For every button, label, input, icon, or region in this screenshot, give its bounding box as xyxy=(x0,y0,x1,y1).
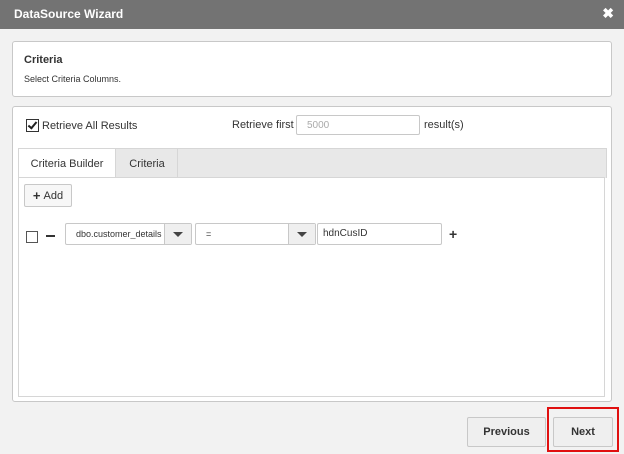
plus-icon: + xyxy=(32,188,41,203)
retrieve-first-label: Retrieve first xyxy=(232,119,294,131)
step-header: Criteria Select Criteria Columns. xyxy=(12,41,612,97)
retrieve-all-checkbox[interactable] xyxy=(26,119,39,132)
retrieve-all-label: Retrieve All Results xyxy=(42,119,138,132)
tab-criteria[interactable]: Criteria xyxy=(117,149,178,178)
step-title: Criteria xyxy=(24,54,63,66)
step-subtitle: Select Criteria Columns. xyxy=(24,74,122,84)
field-select[interactable]: dbo.customer_details xyxy=(65,223,192,245)
retrieve-first-input[interactable]: 5000 xyxy=(296,115,420,135)
field-select-value: dbo.customer_details xyxy=(76,229,162,239)
results-suffix-label: result(s) xyxy=(424,119,464,131)
tab-criteria-builder[interactable]: Criteria Builder xyxy=(19,149,116,178)
datasource-wizard-dialog: DataSource Wizard ✖ Criteria Select Crit… xyxy=(0,0,624,454)
add-criteria-button[interactable]: + Add xyxy=(24,184,72,207)
title-bar: DataSource Wizard ✖ xyxy=(0,0,624,29)
next-button-highlight xyxy=(547,407,619,452)
add-row-icon[interactable]: + xyxy=(449,226,457,242)
chevron-down-icon xyxy=(297,232,307,237)
close-icon[interactable]: ✖ xyxy=(602,5,614,22)
window-title: DataSource Wizard xyxy=(14,7,124,21)
criteria-tabs: Criteria Builder Criteria xyxy=(18,148,607,178)
criteria-panel: Retrieve All Results Retrieve first 5000… xyxy=(12,106,612,402)
operator-dropdown-toggle[interactable] xyxy=(288,224,315,244)
operator-select-value: = xyxy=(206,229,212,239)
criteria-row-checkbox[interactable] xyxy=(26,231,38,243)
add-button-label: Add xyxy=(43,189,64,202)
operator-select[interactable]: = xyxy=(195,223,316,245)
remove-row-icon[interactable] xyxy=(46,235,55,237)
field-dropdown-toggle[interactable] xyxy=(164,224,191,244)
criteria-builder-content: + Add dbo.customer_details = hdnCusID + xyxy=(18,177,605,397)
previous-button[interactable]: Previous xyxy=(467,417,546,447)
retrieve-all-option[interactable]: Retrieve All Results xyxy=(26,119,137,132)
chevron-down-icon xyxy=(173,232,183,237)
criteria-value-input[interactable]: hdnCusID xyxy=(317,223,442,245)
